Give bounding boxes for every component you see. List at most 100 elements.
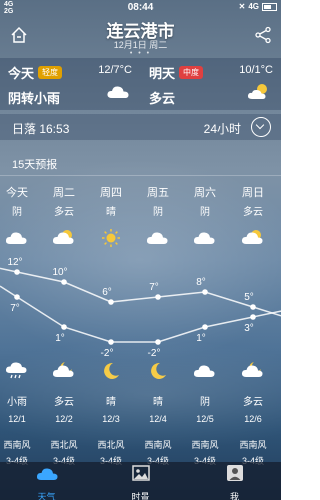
sun-icon xyxy=(102,229,120,247)
forecast-day-3[interactable]: 周五阴 xyxy=(135,184,181,253)
low-temp-point xyxy=(61,324,67,330)
night-condition: 晴 xyxy=(106,397,116,408)
night-day-3[interactable]: 晴 12/4 xyxy=(135,360,181,424)
high-temp-point xyxy=(155,294,161,300)
weather-screen: 4G 2G 08:44 ✕ 4G 连云港市 12月1日 周二 • • • 今天 … xyxy=(0,0,281,500)
tomorrow-temp-range: 10/1°C xyxy=(239,64,273,76)
cloud-icon xyxy=(146,232,168,244)
tomorrow-aqi-badge: 中度 xyxy=(179,66,203,79)
rain-cloud-icon xyxy=(5,362,27,379)
night-condition: 多云 xyxy=(243,397,263,408)
day-date: 12/4 xyxy=(149,414,167,424)
battery-icon xyxy=(262,2,277,11)
low-temp-label: -2° xyxy=(101,348,114,359)
today-tomorrow-panel: 今天 轻度 12/7°C 阴转小雨 明天 中度 10/1°C 多云 xyxy=(0,58,281,110)
temperature-chart: 12° 10° 6° 7° 8° 5° 7° 1° -2° -2° 1° 3° xyxy=(0,257,281,359)
tab-weather[interactable]: 天气 xyxy=(0,462,93,500)
day-name: 周二 xyxy=(53,187,75,199)
header: 连云港市 12月1日 周二 • • • xyxy=(0,16,281,57)
today-aqi-badge: 轻度 xyxy=(38,66,62,79)
status-bar: 4G 2G 08:44 ✕ 4G xyxy=(0,0,281,16)
high-temp-point xyxy=(61,279,67,285)
tomorrow-label: 明天 xyxy=(149,66,176,81)
forecast-title: 15天预报 xyxy=(12,159,58,171)
share-icon[interactable] xyxy=(254,26,272,44)
tomorrow-summary[interactable]: 明天 中度 10/1°C 多云 xyxy=(141,58,281,110)
low-temp-label: 1° xyxy=(55,333,65,344)
high-temp-label: 10° xyxy=(52,267,67,278)
high-temp-point xyxy=(108,299,114,305)
photo-icon xyxy=(131,465,150,481)
night-day-0[interactable]: 小雨 12/1 xyxy=(0,360,40,424)
today-temp-range: 12/7°C xyxy=(98,64,132,76)
user-icon xyxy=(226,465,243,481)
forecast-day-2[interactable]: 周四晴 xyxy=(88,184,134,253)
night-day-1[interactable]: 多云 12/2 xyxy=(41,360,87,424)
day-name: 周五 xyxy=(147,187,169,199)
day-name: 周四 xyxy=(100,187,122,199)
night-condition: 晴 xyxy=(153,397,163,408)
forecast-day-0[interactable]: 今天阴 xyxy=(0,184,40,253)
high-temp-label: 7° xyxy=(149,282,159,293)
wind-direction: 西南风 xyxy=(191,440,219,450)
low-temp-point xyxy=(202,324,208,330)
low-temp-point xyxy=(14,294,20,300)
night-condition: 小雨 xyxy=(7,397,27,408)
night-condition: 阴 xyxy=(200,397,210,408)
today-summary[interactable]: 今天 轻度 12/7°C 阴转小雨 xyxy=(0,58,140,110)
tab-scenes[interactable]: 时景 xyxy=(94,462,187,500)
wind-direction: 西北风 xyxy=(97,440,125,450)
high-temp-label: 6° xyxy=(102,287,112,298)
tab-label: 天气 xyxy=(37,492,56,500)
day-date: 12/2 xyxy=(55,414,73,424)
day-condition: 阴 xyxy=(12,207,22,218)
wind-direction: 西北风 xyxy=(50,440,78,450)
night-day-5[interactable]: 多云 12/6 xyxy=(230,360,276,424)
high-temp-point xyxy=(14,269,20,275)
low-temp-point xyxy=(108,339,114,345)
day-date: 12/6 xyxy=(244,414,262,424)
low-temp-point xyxy=(155,339,161,345)
day-condition: 晴 xyxy=(106,207,116,218)
moon-icon xyxy=(151,362,166,379)
low-temp-label: 7° xyxy=(10,303,20,314)
divider xyxy=(0,175,281,176)
partly-cloudy-icon xyxy=(52,230,74,244)
cloud-icon xyxy=(107,86,129,98)
tab-label: 时景 xyxy=(131,492,150,500)
chevron-down-icon[interactable] xyxy=(251,117,271,137)
tab-me[interactable]: 我 xyxy=(188,462,281,500)
day-condition: 阴 xyxy=(200,207,210,218)
night-day-2[interactable]: 晴 12/3 xyxy=(88,360,134,424)
day-date: 12/5 xyxy=(196,414,214,424)
forecast-day-5[interactable]: 周日 多云 xyxy=(230,184,276,253)
wind-direction: 西南风 xyxy=(3,440,31,450)
sunset-bar[interactable]: 日落 16:53 24小时 xyxy=(0,114,281,140)
today-condition: 阴转小雨 xyxy=(8,91,61,106)
low-temp-line xyxy=(0,285,281,343)
right-network: 4G xyxy=(248,2,259,11)
tab-label: 我 xyxy=(229,492,239,500)
mute-icon: ✕ xyxy=(238,2,246,11)
forecast-day-4[interactable]: 周六阴 xyxy=(182,184,228,253)
partly-cloudy-icon xyxy=(247,84,267,99)
partly-cloudy-night-icon xyxy=(52,362,74,377)
status-right: ✕ 4G xyxy=(239,2,277,11)
night-condition: 多云 xyxy=(54,397,74,408)
high-temp-label: 12° xyxy=(7,257,22,268)
day-name: 周六 xyxy=(194,187,216,199)
cloud-icon xyxy=(193,232,215,244)
day-condition: 多云 xyxy=(243,207,263,218)
day-date: 12/3 xyxy=(102,414,120,424)
hourly-forecast-link[interactable]: 24小时 xyxy=(204,120,241,137)
day-date: 12/1 xyxy=(8,414,26,424)
day-condition: 多云 xyxy=(54,207,74,218)
page-indicator: • • • xyxy=(129,50,152,57)
high-temp-line xyxy=(0,267,281,317)
low-temp-point xyxy=(250,314,256,320)
bottom-tab-bar: 天气 时景 我 xyxy=(0,462,281,500)
day-name: 周日 xyxy=(242,187,264,199)
forecast-day-1[interactable]: 周二 多云 xyxy=(41,184,87,253)
night-day-4[interactable]: 阴 12/5 xyxy=(182,360,228,424)
cloud-icon xyxy=(193,365,215,377)
